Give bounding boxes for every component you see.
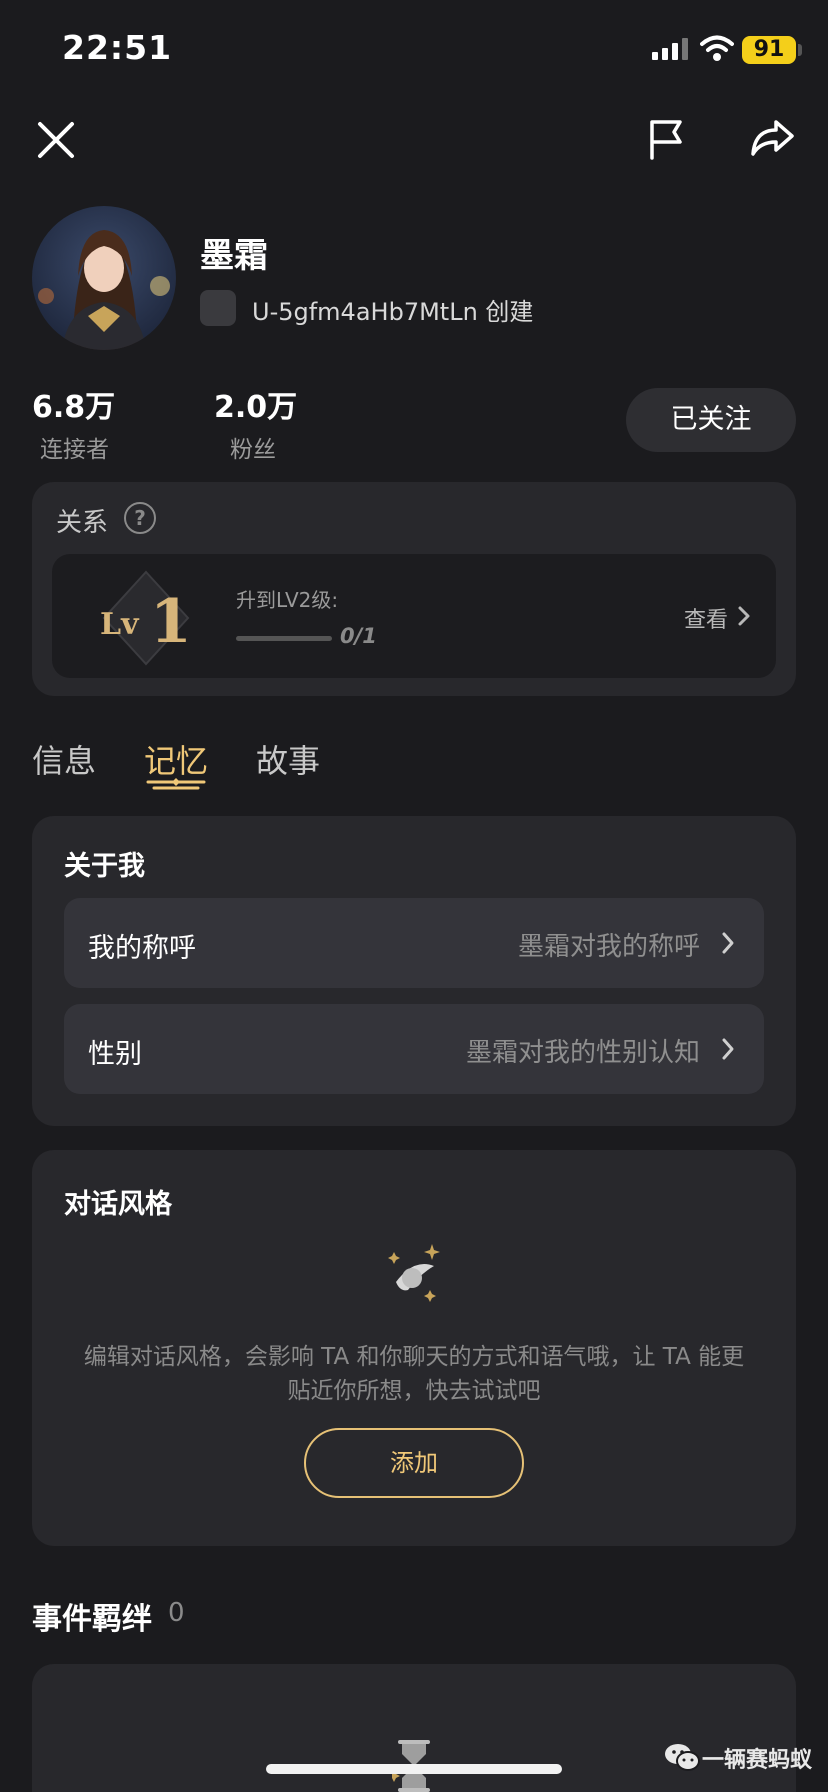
level-progress-count: 0/1 (340, 624, 377, 648)
gender-value: 墨霜对我的性别认知 (465, 1038, 700, 1068)
avatar[interactable] (32, 206, 176, 350)
wechat-icon (665, 1744, 700, 1771)
status-time: 22:51 (62, 28, 173, 67)
nickname-label: 我的称呼 (88, 933, 196, 964)
about-me-title: 关于我 (64, 851, 145, 882)
dialog-style-description-line: 贴近你所想，快去试试吧 (287, 1378, 541, 1404)
level-badge-icon: Lv 1 (100, 570, 192, 666)
fans-label: 粉丝 (230, 437, 276, 463)
level-progress-track (236, 636, 332, 641)
level-number-text: 1 (150, 587, 192, 657)
cellular-signal-icon (652, 38, 688, 60)
character-name: 墨霜 (200, 236, 268, 276)
view-level-link[interactable]: 查看 (684, 602, 728, 634)
fans-count: 2.0万 (214, 390, 298, 425)
share-icon[interactable] (750, 118, 794, 158)
creator-label[interactable]: U-5gfm4aHb7MtLn 创建 (252, 292, 533, 327)
events-title: 事件羁绊 (32, 1602, 152, 1637)
active-tab-indicator (146, 778, 206, 790)
report-flag-icon[interactable] (646, 118, 686, 160)
add-dialog-style-button[interactable]: 添加 (304, 1428, 524, 1498)
connectors-label: 连接者 (40, 437, 109, 463)
close-icon[interactable] (36, 120, 76, 160)
battery-level: 91 (742, 36, 796, 64)
connectors-count: 6.8万 (32, 390, 116, 425)
events-count: 0 (168, 1598, 185, 1628)
chevron-right-icon[interactable] (720, 1036, 736, 1062)
home-indicator[interactable] (266, 1764, 562, 1774)
tab-story[interactable]: 故事 (256, 736, 320, 782)
chevron-right-icon[interactable] (736, 604, 752, 628)
watermark-text: 一辆赛蚂蚁 (702, 1748, 813, 1773)
gender-label: 性别 (88, 1039, 142, 1070)
upgrade-label: 升到LV2级: (236, 588, 339, 612)
level-prefix-text: Lv (100, 607, 140, 642)
nickname-value: 墨霜对我的称呼 (517, 932, 700, 962)
tab-info[interactable]: 信息 (32, 736, 96, 782)
wifi-icon (700, 35, 734, 61)
tab-memory[interactable]: 记忆 (144, 736, 208, 782)
chevron-right-icon[interactable] (720, 930, 736, 956)
creator-avatar[interactable] (200, 290, 236, 326)
dialog-style-title: 对话风格 (64, 1189, 172, 1220)
following-button[interactable]: 已关注 (626, 388, 796, 452)
help-icon[interactable]: ? (124, 502, 156, 534)
sparkle-planet-icon (388, 1244, 440, 1302)
battery-tip (798, 44, 802, 56)
relationship-title: 关系 (56, 508, 109, 538)
dialog-style-description-line: 编辑对话风格，会影响 TA 和你聊天的方式和语气哦，让 TA 能更 (83, 1344, 745, 1370)
dialog-style-description: 编辑对话风格，会影响 TA 和你聊天的方式和语气哦，让 TA 能更 贴近你所想，… (60, 1340, 768, 1408)
